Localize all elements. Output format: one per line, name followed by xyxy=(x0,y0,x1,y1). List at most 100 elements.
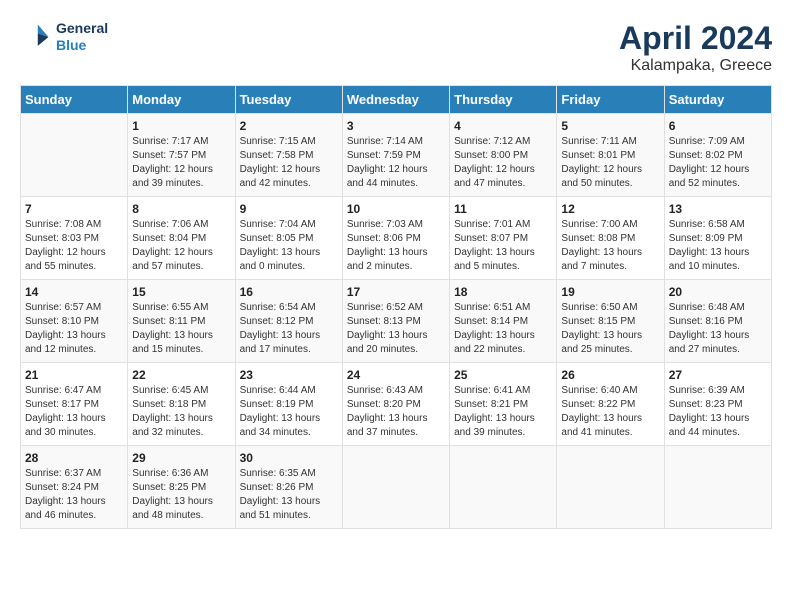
day-number: 13 xyxy=(669,202,767,216)
day-number: 28 xyxy=(25,451,123,465)
day-number: 6 xyxy=(669,119,767,133)
day-number: 19 xyxy=(561,285,659,299)
day-number: 20 xyxy=(669,285,767,299)
day-info: Sunrise: 6:35 AM Sunset: 8:26 PM Dayligh… xyxy=(240,467,338,523)
calendar-cell: 27 Sunrise: 6:39 AM Sunset: 8:23 PM Dayli… xyxy=(664,363,771,446)
calendar-cell xyxy=(664,446,771,529)
day-info: Sunrise: 6:36 AM Sunset: 8:25 PM Dayligh… xyxy=(132,467,230,523)
day-info: Sunrise: 7:06 AM Sunset: 8:04 PM Dayligh… xyxy=(132,218,230,274)
header-cell-saturday: Saturday xyxy=(664,86,771,114)
calendar-cell: 23 Sunrise: 6:44 AM Sunset: 8:19 PM Dayli… xyxy=(235,363,342,446)
day-info: Sunrise: 6:44 AM Sunset: 8:19 PM Dayligh… xyxy=(240,384,338,440)
day-info: Sunrise: 7:03 AM Sunset: 8:06 PM Dayligh… xyxy=(347,218,445,274)
day-number: 3 xyxy=(347,119,445,133)
calendar-cell: 1 Sunrise: 7:17 AM Sunset: 7:57 PM Daylig… xyxy=(128,114,235,197)
calendar-week-3: 14 Sunrise: 6:57 AM Sunset: 8:10 PM Dayli… xyxy=(21,280,772,363)
day-info: Sunrise: 7:04 AM Sunset: 8:05 PM Dayligh… xyxy=(240,218,338,274)
logo-icon xyxy=(20,21,52,53)
calendar-cell: 11 Sunrise: 7:01 AM Sunset: 8:07 PM Dayli… xyxy=(450,197,557,280)
calendar-cell: 2Sunrise: 7:15 AM Sunset: 7:58 PM Daylig… xyxy=(235,114,342,197)
calendar-week-2: 7 Sunrise: 7:08 AM Sunset: 8:03 PM Daylig… xyxy=(21,197,772,280)
day-number: 5 xyxy=(561,119,659,133)
calendar-cell: 25 Sunrise: 6:41 AM Sunset: 8:21 PM Dayli… xyxy=(450,363,557,446)
calendar-cell: 13 Sunrise: 6:58 AM Sunset: 8:09 PM Dayli… xyxy=(664,197,771,280)
day-number: 30 xyxy=(240,451,338,465)
day-info: Sunrise: 7:00 AM Sunset: 8:08 PM Dayligh… xyxy=(561,218,659,274)
day-info: Sunrise: 7:11 AM Sunset: 8:01 PM Dayligh… xyxy=(561,135,659,191)
day-number: 27 xyxy=(669,368,767,382)
calendar-cell: 28 Sunrise: 6:37 AM Sunset: 8:24 PM Dayli… xyxy=(21,446,128,529)
calendar-header-row: SundayMondayTuesdayWednesdayThursdayFrid… xyxy=(21,86,772,114)
calendar-cell: 14 Sunrise: 6:57 AM Sunset: 8:10 PM Dayli… xyxy=(21,280,128,363)
calendar-cell: 4Sunrise: 7:12 AM Sunset: 8:00 PM Daylig… xyxy=(450,114,557,197)
day-number: 16 xyxy=(240,285,338,299)
logo-line1: General xyxy=(56,20,108,37)
header-cell-tuesday: Tuesday xyxy=(235,86,342,114)
page-header: General Blue April 2024 Kalampaka, Greec… xyxy=(20,20,772,75)
calendar-cell: 7 Sunrise: 7:08 AM Sunset: 8:03 PM Daylig… xyxy=(21,197,128,280)
calendar-table: SundayMondayTuesdayWednesdayThursdayFrid… xyxy=(20,85,772,529)
day-number: 9 xyxy=(240,202,338,216)
day-info: Sunrise: 6:39 AM Sunset: 8:23 PM Dayligh… xyxy=(669,384,767,440)
day-info: Sunrise: 7:12 AM Sunset: 8:00 PM Dayligh… xyxy=(454,135,552,191)
header-cell-thursday: Thursday xyxy=(450,86,557,114)
calendar-week-5: 28 Sunrise: 6:37 AM Sunset: 8:24 PM Dayli… xyxy=(21,446,772,529)
calendar-cell: 5 Sunrise: 7:11 AM Sunset: 8:01 PM Daylig… xyxy=(557,114,664,197)
header-cell-sunday: Sunday xyxy=(21,86,128,114)
day-info: Sunrise: 6:58 AM Sunset: 8:09 PM Dayligh… xyxy=(669,218,767,274)
calendar-cell: 16Sunrise: 6:54 AM Sunset: 8:12 PM Dayli… xyxy=(235,280,342,363)
day-info: Sunrise: 7:14 AM Sunset: 7:59 PM Dayligh… xyxy=(347,135,445,191)
day-info: Sunrise: 6:50 AM Sunset: 8:15 PM Dayligh… xyxy=(561,301,659,357)
logo-text: General Blue xyxy=(56,20,108,54)
calendar-cell: 26Sunrise: 6:40 AM Sunset: 8:22 PM Dayli… xyxy=(557,363,664,446)
calendar-cell: 6Sunrise: 7:09 AM Sunset: 8:02 PM Daylig… xyxy=(664,114,771,197)
calendar-cell: 9 Sunrise: 7:04 AM Sunset: 8:05 PM Daylig… xyxy=(235,197,342,280)
calendar-cell: 8Sunrise: 7:06 AM Sunset: 8:04 PM Daylig… xyxy=(128,197,235,280)
calendar-cell: 30 Sunrise: 6:35 AM Sunset: 8:26 PM Dayli… xyxy=(235,446,342,529)
day-info: Sunrise: 6:41 AM Sunset: 8:21 PM Dayligh… xyxy=(454,384,552,440)
calendar-week-4: 21Sunrise: 6:47 AM Sunset: 8:17 PM Dayli… xyxy=(21,363,772,446)
day-number: 1 xyxy=(132,119,230,133)
day-info: Sunrise: 6:51 AM Sunset: 8:14 PM Dayligh… xyxy=(454,301,552,357)
calendar-cell: 10 Sunrise: 7:03 AM Sunset: 8:06 PM Dayli… xyxy=(342,197,449,280)
day-number: 18 xyxy=(454,285,552,299)
day-info: Sunrise: 6:55 AM Sunset: 8:11 PM Dayligh… xyxy=(132,301,230,357)
day-number: 7 xyxy=(25,202,123,216)
calendar-cell: 18 Sunrise: 6:51 AM Sunset: 8:14 PM Dayli… xyxy=(450,280,557,363)
day-info: Sunrise: 7:08 AM Sunset: 8:03 PM Dayligh… xyxy=(25,218,123,274)
day-info: Sunrise: 7:17 AM Sunset: 7:57 PM Dayligh… xyxy=(132,135,230,191)
day-info: Sunrise: 6:40 AM Sunset: 8:22 PM Dayligh… xyxy=(561,384,659,440)
day-number: 11 xyxy=(454,202,552,216)
calendar-week-1: 1 Sunrise: 7:17 AM Sunset: 7:57 PM Daylig… xyxy=(21,114,772,197)
calendar-cell xyxy=(557,446,664,529)
calendar-cell: 20 Sunrise: 6:48 AM Sunset: 8:16 PM Dayli… xyxy=(664,280,771,363)
calendar-title: April 2024 xyxy=(619,20,772,57)
header-cell-friday: Friday xyxy=(557,86,664,114)
day-number: 17 xyxy=(347,285,445,299)
day-info: Sunrise: 6:48 AM Sunset: 8:16 PM Dayligh… xyxy=(669,301,767,357)
calendar-cell: 15 Sunrise: 6:55 AM Sunset: 8:11 PM Dayli… xyxy=(128,280,235,363)
calendar-cell: 17 Sunrise: 6:52 AM Sunset: 8:13 PM Dayli… xyxy=(342,280,449,363)
day-number: 14 xyxy=(25,285,123,299)
day-info: Sunrise: 6:43 AM Sunset: 8:20 PM Dayligh… xyxy=(347,384,445,440)
calendar-subtitle: Kalampaka, Greece xyxy=(619,57,772,75)
day-info: Sunrise: 7:01 AM Sunset: 8:07 PM Dayligh… xyxy=(454,218,552,274)
header-cell-monday: Monday xyxy=(128,86,235,114)
day-info: Sunrise: 6:37 AM Sunset: 8:24 PM Dayligh… xyxy=(25,467,123,523)
day-number: 23 xyxy=(240,368,338,382)
day-info: Sunrise: 6:52 AM Sunset: 8:13 PM Dayligh… xyxy=(347,301,445,357)
calendar-cell: 24 Sunrise: 6:43 AM Sunset: 8:20 PM Dayli… xyxy=(342,363,449,446)
day-number: 24 xyxy=(347,368,445,382)
day-number: 15 xyxy=(132,285,230,299)
day-number: 21 xyxy=(25,368,123,382)
day-number: 29 xyxy=(132,451,230,465)
calendar-cell xyxy=(21,114,128,197)
day-info: Sunrise: 6:57 AM Sunset: 8:10 PM Dayligh… xyxy=(25,301,123,357)
day-number: 25 xyxy=(454,368,552,382)
calendar-cell: 3 Sunrise: 7:14 AM Sunset: 7:59 PM Daylig… xyxy=(342,114,449,197)
header-cell-wednesday: Wednesday xyxy=(342,86,449,114)
day-info: Sunrise: 6:45 AM Sunset: 8:18 PM Dayligh… xyxy=(132,384,230,440)
calendar-cell: 29 Sunrise: 6:36 AM Sunset: 8:25 PM Dayli… xyxy=(128,446,235,529)
day-number: 10 xyxy=(347,202,445,216)
calendar-cell: 22Sunrise: 6:45 AM Sunset: 8:18 PM Dayli… xyxy=(128,363,235,446)
